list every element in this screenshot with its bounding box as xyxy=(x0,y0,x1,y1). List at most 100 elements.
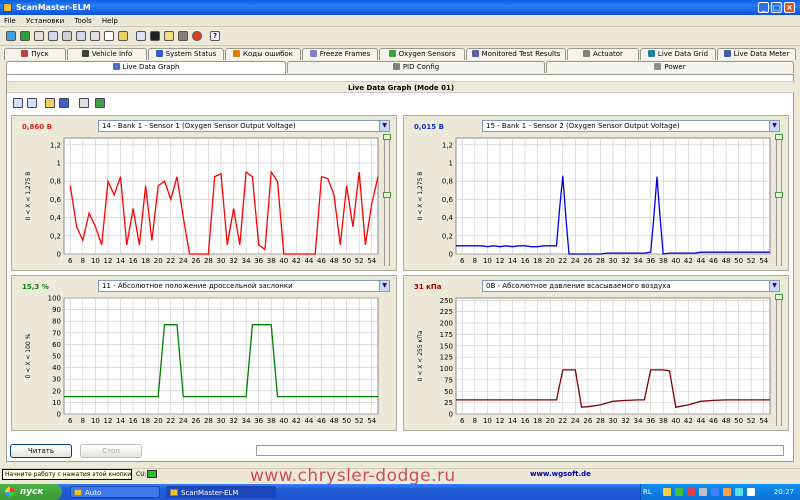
print-icon[interactable] xyxy=(79,98,89,108)
help-icon[interactable]: ? xyxy=(210,31,220,41)
taskbar-item-scanmaster[interactable]: ScanMaster-ELM xyxy=(166,486,276,498)
x-tick-label: 54 xyxy=(367,257,376,265)
tab-start[interactable]: Пуск xyxy=(4,48,66,60)
tab-live-data-graph[interactable]: Live Data Graph xyxy=(6,61,286,74)
tab-vehicle-info[interactable]: Vehicle Info xyxy=(67,48,147,60)
tab-freeze-frames[interactable]: Freeze Frames xyxy=(302,48,378,60)
x-tick-label: 8 xyxy=(81,257,85,265)
x-tick-label: 32 xyxy=(621,257,630,265)
menu-tools[interactable]: Tools xyxy=(70,15,95,27)
chart-view-icon[interactable] xyxy=(90,31,100,41)
tray-icon[interactable] xyxy=(711,488,719,496)
x-tick-label: 48 xyxy=(722,417,731,425)
progress-bar xyxy=(256,445,784,456)
stop-button[interactable]: Стоп xyxy=(80,444,142,458)
slider-thumb[interactable] xyxy=(383,192,391,198)
battery-icon[interactable] xyxy=(178,31,188,41)
website-link[interactable]: www.wgsoft.de xyxy=(530,470,591,478)
x-tick-label: 48 xyxy=(330,257,339,265)
line-chart: 6 8 10 12 14 16 18 20 22 24 26 28 30 32 34 36 38 40 42 44 46… xyxy=(25,137,379,265)
x-tick-label: 14 xyxy=(508,417,517,425)
slider-thumb-top[interactable] xyxy=(775,294,783,300)
read-button[interactable]: Читать xyxy=(10,444,72,458)
x-tick-label: 28 xyxy=(596,417,605,425)
x-tick-label: 32 xyxy=(229,417,238,425)
tab-power[interactable]: Power xyxy=(546,61,794,73)
status-icon xyxy=(155,50,163,57)
maximize-button[interactable]: □ xyxy=(771,2,782,13)
tab-actuator[interactable]: Actuator xyxy=(567,48,639,60)
tray-icon[interactable] xyxy=(699,488,707,496)
grid-view-icon[interactable] xyxy=(76,31,86,41)
title-bar[interactable]: ScanMaster-ELM _ □ × xyxy=(0,0,800,15)
x-tick-label: 54 xyxy=(759,257,768,265)
y-tick-label: 50 xyxy=(52,353,61,361)
y-tick-label: 0 xyxy=(57,251,61,259)
slider-thumb-top[interactable] xyxy=(383,134,391,140)
y-tick-label: 0,2 xyxy=(442,232,453,240)
menu-settings[interactable]: Установки xyxy=(22,15,68,27)
layout-1-icon[interactable] xyxy=(13,98,23,108)
tray-icon[interactable] xyxy=(687,488,695,496)
x-tick-label: 52 xyxy=(747,417,756,425)
x-tick-label: 16 xyxy=(521,257,530,265)
report-icon[interactable] xyxy=(104,31,114,41)
vertical-slider[interactable] xyxy=(383,134,391,266)
list-icon[interactable] xyxy=(62,31,72,41)
tab-pid-config[interactable]: PID Config xyxy=(287,61,545,73)
y-tick-label: 0 xyxy=(449,411,453,419)
slider-thumb[interactable] xyxy=(775,192,783,198)
y-axis-label: 0 < X < 1,275 В xyxy=(25,172,32,221)
y-tick-label: 150 xyxy=(440,342,453,350)
y-tick-label: 0,6 xyxy=(50,196,62,204)
tab-live-data-meter[interactable]: Live Data Meter xyxy=(717,48,796,60)
tray-icon[interactable] xyxy=(663,488,671,496)
x-tick-label: 24 xyxy=(571,417,580,425)
grid-icon xyxy=(647,50,655,57)
tray-icon[interactable] xyxy=(735,488,743,496)
x-tick-label: 18 xyxy=(533,257,542,265)
table-icon[interactable] xyxy=(48,31,58,41)
minimize-button[interactable]: _ xyxy=(758,2,769,13)
window-title: ScanMaster-ELM xyxy=(16,3,91,12)
monitor-icon[interactable] xyxy=(34,31,44,41)
warning-icon xyxy=(233,50,241,57)
x-tick-label: 40 xyxy=(279,257,288,265)
info-icon xyxy=(81,50,89,57)
tab-live-data-grid[interactable]: Live Data Grid xyxy=(640,48,716,60)
vertical-slider[interactable] xyxy=(775,294,783,426)
globe-icon[interactable] xyxy=(20,31,30,41)
x-tick-label: 42 xyxy=(684,417,693,425)
folder-icon[interactable] xyxy=(118,31,128,41)
x-tick-label: 24 xyxy=(179,257,188,265)
tab-oxygen-sensors[interactable]: Oxygen Sensors xyxy=(379,48,465,60)
language-indicator[interactable]: RL xyxy=(643,484,652,500)
x-tick-label: 54 xyxy=(759,417,768,425)
tab-monitored-test-results[interactable]: Monitored Test Results xyxy=(466,48,566,60)
save-icon[interactable] xyxy=(59,98,69,108)
tray-icon[interactable] xyxy=(723,488,731,496)
tray-icon[interactable] xyxy=(675,488,683,496)
tab-system-status[interactable]: System Status xyxy=(148,48,224,60)
document-icon[interactable] xyxy=(164,31,174,41)
x-tick-label: 28 xyxy=(204,417,213,425)
y-tick-label: 1,2 xyxy=(50,141,61,149)
start-button[interactable]: пуск xyxy=(0,484,62,500)
system-tray: RL 20:27 xyxy=(640,484,800,500)
info-panel-icon[interactable] xyxy=(136,31,146,41)
export-icon[interactable] xyxy=(95,98,105,108)
power-settings-icon[interactable] xyxy=(192,31,202,41)
x-tick-label: 30 xyxy=(217,417,226,425)
menu-help[interactable]: Help xyxy=(98,15,122,27)
close-button[interactable]: × xyxy=(784,2,795,13)
tab-error-codes[interactable]: Коды ошибок xyxy=(225,48,301,60)
slider-thumb-top[interactable] xyxy=(775,134,783,140)
connect-icon[interactable] xyxy=(6,31,16,41)
taskbar-item-auto[interactable]: Auto xyxy=(70,486,160,498)
menu-file[interactable]: File xyxy=(0,15,20,27)
volume-icon[interactable] xyxy=(747,488,755,496)
open-folder-icon[interactable] xyxy=(45,98,55,108)
layout-2-icon[interactable] xyxy=(27,98,37,108)
vertical-slider[interactable] xyxy=(775,134,783,266)
terminal-icon[interactable] xyxy=(150,31,160,41)
